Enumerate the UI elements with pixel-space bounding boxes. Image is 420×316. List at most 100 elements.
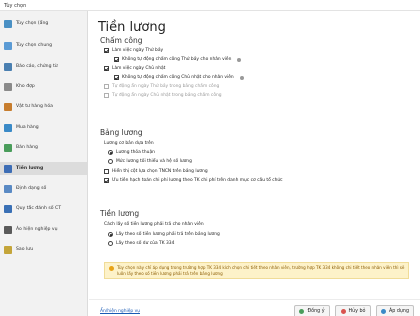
apply-button[interactable]: Áp dụng — [376, 305, 414, 316]
cancel-label: Hủy bỏ — [348, 309, 366, 314]
salary-method-payroll-label: Lấy theo số tiền lương phải trả trên bản… — [116, 232, 220, 237]
auto-saturday-label: Không tự động chấm công Thứ bảy cho nhân… — [122, 57, 232, 62]
payroll-insurance-label: Mức lương tối thiểu và hệ số lương — [116, 159, 192, 164]
options-icon — [4, 19, 12, 28]
sidebar-item-report[interactable]: Báo cáo, chứng từ — [0, 60, 88, 73]
salary-method-account-label: Lấy theo số dư của TK 334 — [116, 241, 175, 246]
allocate-cost-check[interactable] — [104, 178, 109, 183]
sidebar-item-label: Quy tắc đánh số CT — [16, 206, 61, 211]
goods-icon — [4, 102, 12, 111]
sales-icon — [4, 143, 12, 152]
salary-method-payroll-radio[interactable]: Lấy theo số tiền lương phải trả trên bản… — [108, 232, 220, 237]
personal-income-tax-label: Hiển thị cột lựa chọn TNCN trên bảng lươ… — [112, 169, 208, 174]
sidebar-item-general-settings[interactable]: Tùy chọn chung — [0, 39, 88, 52]
payroll-basis-text: Lương cơ bản dựa trên — [104, 141, 154, 146]
window-title: Tùy chọn — [4, 3, 27, 9]
salary-method-label: Cách lấy số tiền lương phải trả cho nhân… — [104, 222, 204, 227]
sidebar-item-label: Vật tư hàng hóa — [16, 104, 53, 109]
personal-income-tax-checkbox[interactable]: Hiển thị cột lựa chọn TNCN trên bảng lươ… — [104, 169, 208, 174]
payroll-insurance-radio[interactable]: Mức lương tối thiểu và hệ số lương — [108, 159, 192, 164]
sidebar-item-label: Áo hiện nghiệp vụ — [16, 227, 58, 232]
allocate-cost-label: Ưu tiên hạch toán chi phí lương theo TK … — [112, 178, 283, 183]
sidebar-item-label: Tùy chọn (ẩng — [16, 21, 49, 26]
sidebar-item-label: Mua hàng — [16, 125, 39, 130]
report-icon — [4, 62, 12, 71]
backup-icon — [4, 245, 12, 254]
payroll-heading: Bảng lương — [100, 128, 143, 137]
business-view-icon — [4, 225, 12, 234]
auto-fill-saturday-check[interactable] — [104, 84, 109, 89]
salary-icon — [4, 164, 12, 173]
salary-method-account-radio[interactable]: Lấy theo số dư của TK 334 — [108, 241, 174, 246]
auto-sunday-checkbox[interactable]: Không tự động chấm công Chủ nhật cho nhâ… — [114, 75, 244, 80]
sidebar-item-label: Kho đợp — [16, 84, 35, 89]
sidebar-item-label: Báo cáo, chứng từ — [16, 64, 58, 69]
footer-divider — [89, 299, 420, 300]
sidebar-item-backup[interactable]: Sao lưu — [0, 243, 88, 256]
work-sunday-label: Làm việc ngày Chủ nhật — [112, 66, 166, 71]
main-panel: Tiền lương Chấm công Làm việc ngày Thứ b… — [89, 11, 420, 316]
salary-method-account-dot[interactable] — [108, 241, 113, 246]
auto-fill-sunday-label: Tự động ẩn ngày Chủ nhật trong bảng chấm… — [112, 93, 222, 98]
sidebar-item-numbering[interactable]: Quy tắc đánh số CT — [0, 202, 88, 215]
auto-saturday-check[interactable] — [114, 57, 119, 62]
info-note-text: Tùy chọn này chỉ áp dụng trong trường hợ… — [117, 265, 405, 276]
number-format-icon — [4, 184, 12, 193]
info-note: Tùy chọn này chỉ áp dụng trong trường hợ… — [104, 262, 409, 279]
close-icon — [340, 309, 346, 314]
sidebar-item-label: Tiền lương — [16, 166, 44, 171]
warehouse-icon — [4, 82, 12, 91]
salary-method-payroll-dot[interactable] — [108, 232, 113, 237]
sidebar-item-purchase[interactable]: Mua hàng — [0, 121, 88, 134]
sidebar-item-label: Sao lưu — [16, 247, 34, 252]
sidebar-item-options[interactable]: Tùy chọn (ẩng — [0, 17, 88, 30]
auto-sunday-check[interactable] — [114, 75, 119, 80]
allocate-cost-checkbox[interactable]: Ưu tiên hạch toán chi phí lương theo TK … — [104, 178, 283, 183]
apply-label: Áp dụng — [388, 309, 410, 314]
numbering-icon — [4, 204, 12, 213]
personal-income-tax-check[interactable] — [104, 169, 109, 174]
sidebar-item-salary[interactable]: Tiền lương — [0, 162, 88, 175]
payroll-agreed-label: Lương thỏa thuận — [116, 150, 155, 155]
agree-label: Đồng ý — [307, 309, 325, 314]
page-title: Tiền lương — [98, 20, 166, 35]
apply-icon — [380, 309, 386, 314]
auto-saturday-checkbox[interactable]: Không tự động chấm công Thứ bảy cho nhân… — [114, 57, 242, 62]
sidebar-item-number-format[interactable]: Định dạng số — [0, 182, 88, 195]
auto-fill-saturday-label: Tự động ẩn ngày Thứ bảy trong bảng chấm … — [112, 84, 220, 89]
work-sunday-checkbox[interactable]: Làm việc ngày Chủ nhật — [104, 66, 165, 71]
sidebar-item-label: Tùy chọn chung — [16, 43, 53, 48]
payroll-agreed-radio[interactable]: Lương thỏa thuận — [108, 150, 155, 155]
work-saturday-label: Làm việc ngày Thứ bảy — [112, 48, 164, 53]
auto-fill-sunday-check[interactable] — [104, 93, 109, 98]
work-saturday-checkbox[interactable]: Làm việc ngày Thứ bảy — [104, 48, 163, 53]
purchase-icon — [4, 123, 12, 132]
sidebar-item-warehouse[interactable]: Kho đợp — [0, 80, 88, 93]
sidebar-item-business-view[interactable]: Áo hiện nghiệp vụ — [0, 223, 88, 236]
agree-button[interactable]: Đồng ý — [294, 305, 330, 316]
payroll-agreed-dot[interactable] — [108, 150, 113, 155]
sidebar-item-label: Định dạng số — [16, 186, 47, 191]
salary-method-text: Cách lấy số tiền lương phải trả cho nhân… — [104, 222, 204, 227]
work-saturday-check[interactable] — [104, 48, 109, 53]
work-sunday-check[interactable] — [104, 66, 109, 71]
salary-heading: Tiền lương — [100, 209, 140, 218]
business-toggle-link[interactable]: Ẩn/hiện nghiệp vụ — [100, 309, 140, 314]
check-icon — [299, 309, 305, 314]
sidebar-item-goods[interactable]: Vật tư hàng hóa — [0, 100, 88, 113]
attendance-heading: Chấm công — [100, 36, 143, 45]
sidebar: Tùy chọn (ẩng Tùy chọn chung Báo cáo, chứn… — [0, 11, 88, 316]
general-settings-icon — [4, 41, 12, 50]
warning-icon — [109, 266, 114, 271]
payroll-basis-label: Lương cơ bản dựa trên — [104, 141, 154, 146]
auto-fill-sunday-checkbox[interactable]: Tự động ẩn ngày Chủ nhật trong bảng chấm… — [104, 93, 222, 98]
cancel-button[interactable]: Hủy bỏ — [335, 305, 371, 316]
info-icon[interactable] — [239, 75, 244, 80]
sidebar-item-sales[interactable]: Bán hàng — [0, 141, 88, 154]
auto-fill-saturday-checkbox[interactable]: Tự động ẩn ngày Thứ bảy trong bảng chấm … — [104, 84, 219, 89]
window-titlebar: Tùy chọn — [0, 0, 420, 11]
sidebar-item-label: Bán hàng — [16, 145, 38, 150]
auto-sunday-label: Không tự động chấm công Chủ nhật cho nhâ… — [122, 75, 234, 80]
info-icon[interactable] — [237, 57, 242, 62]
payroll-insurance-dot[interactable] — [108, 159, 113, 164]
